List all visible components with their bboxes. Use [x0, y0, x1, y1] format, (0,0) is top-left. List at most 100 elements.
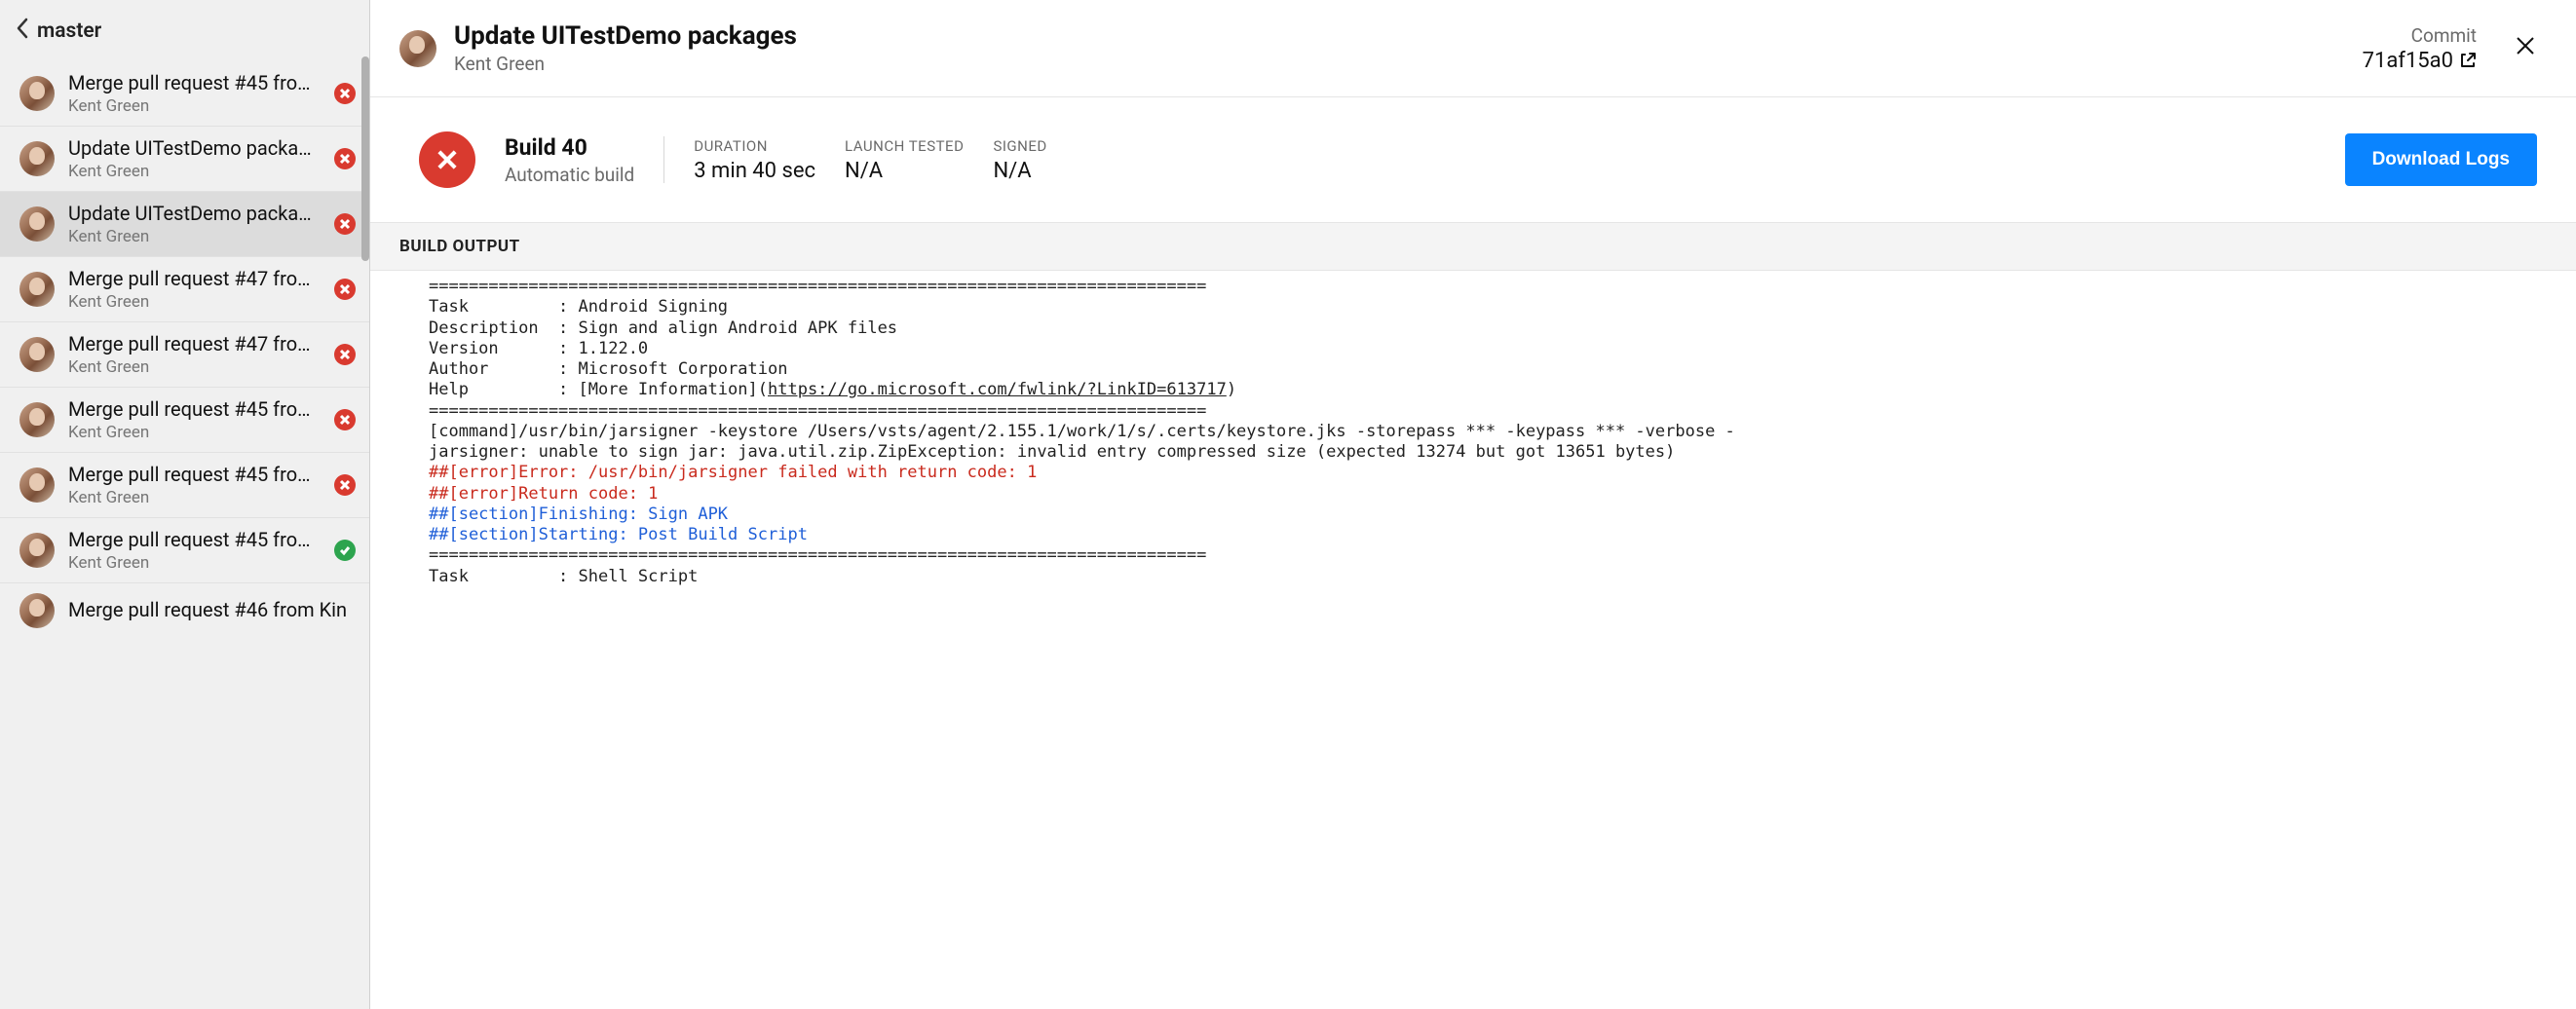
commit-author: Kent Green — [68, 357, 321, 377]
commit-item[interactable]: Merge pull request #47 from Kin... Kent … — [0, 322, 369, 388]
avatar — [19, 593, 55, 628]
log-line: Author : Microsoft Corporation — [429, 359, 787, 379]
commit-author: Kent Green — [68, 488, 321, 507]
commit-item[interactable]: Merge pull request #46 from Kin — [0, 583, 369, 638]
status-fail-icon — [334, 409, 356, 430]
commit-list[interactable]: Merge pull request #45 from Kin... Kent … — [0, 61, 369, 1009]
commit-item[interactable]: Update UITestDemo packages Kent Green — [0, 127, 369, 192]
launch-label: LAUNCH TESTED — [845, 137, 964, 155]
signed-value: N/A — [993, 159, 1046, 183]
status-pass-icon — [334, 540, 356, 561]
commit-text: Merge pull request #45 from Kin... Kent … — [68, 528, 321, 573]
status-fail-icon — [334, 279, 356, 300]
log-error: ##[error]Error: /usr/bin/jarsigner faile… — [429, 463, 1037, 482]
branch-name[interactable]: master — [37, 19, 101, 43]
scrollbar-thumb[interactable] — [361, 56, 369, 261]
commit-title: Merge pull request #45 from Kin... — [68, 397, 321, 421]
log-line: Task : Shell Script — [429, 567, 698, 586]
log-line: Help : [More Information](https://go.mic… — [429, 380, 1236, 399]
header-text: Update UITestDemo packages Kent Green — [454, 21, 2345, 75]
back-icon[interactable] — [16, 18, 29, 44]
commit-id-block: Commit 71af15a0 — [2363, 24, 2477, 73]
commit-title: Merge pull request #45 from Kin... — [68, 463, 321, 486]
avatar — [399, 30, 436, 67]
commit-text: Merge pull request #46 from Kin — [68, 598, 356, 623]
avatar — [19, 402, 55, 437]
commit-item[interactable]: Update UITestDemo packages Kent Green — [0, 192, 369, 257]
download-logs-button[interactable]: Download Logs — [2345, 133, 2537, 186]
avatar — [19, 76, 55, 111]
build-output-heading: BUILD OUTPUT — [370, 223, 2576, 271]
commit-author: Kent Green — [68, 423, 321, 442]
commit-title: Update UITestDemo packages — [68, 136, 321, 160]
launch-stat: LAUNCH TESTED N/A — [845, 137, 964, 183]
duration-stat: DURATION 3 min 40 sec — [694, 137, 815, 183]
commit-author: Kent Green — [68, 162, 321, 181]
detail-header: Update UITestDemo packages Kent Green Co… — [370, 0, 2576, 97]
status-fail-icon — [334, 83, 356, 104]
page-title: Update UITestDemo packages — [454, 21, 2345, 51]
duration-value: 3 min 40 sec — [694, 159, 815, 183]
commit-id-label: Commit — [2363, 24, 2477, 47]
main-pane: Update UITestDemo packages Kent Green Co… — [370, 0, 2576, 1009]
avatar — [19, 272, 55, 307]
commit-title: Merge pull request #45 from Kin... — [68, 71, 321, 94]
commit-item[interactable]: Merge pull request #45 from Kin... Kent … — [0, 388, 369, 453]
commit-title: Merge pull request #47 from Kin... — [68, 267, 321, 290]
commit-item[interactable]: Merge pull request #45 from Kin... Kent … — [0, 61, 369, 127]
page-author: Kent Green — [454, 53, 2345, 75]
commit-author: Kent Green — [68, 553, 321, 573]
build-title-block: Build 40 Automatic build — [505, 134, 634, 186]
commit-text: Update UITestDemo packages Kent Green — [68, 136, 321, 181]
status-fail-icon — [334, 474, 356, 496]
commit-title: Merge pull request #47 from Kin... — [68, 332, 321, 355]
log-error: ##[error]Return code: 1 — [429, 484, 658, 504]
log-line: Version : 1.122.0 — [429, 339, 648, 358]
commit-text: Merge pull request #47 from Kin... Kent … — [68, 267, 321, 312]
help-link[interactable]: https://go.microsoft.com/fwlink/?LinkID=… — [768, 380, 1227, 399]
commit-hash: 71af15a0 — [2363, 49, 2453, 73]
commit-hash-link[interactable]: 71af15a0 — [2363, 49, 2477, 73]
build-fail-icon — [419, 131, 475, 188]
commit-author: Kent Green — [68, 292, 321, 312]
divider — [663, 136, 664, 183]
close-icon[interactable] — [2514, 32, 2537, 64]
log-line: [command]/usr/bin/jarsigner -keystore /U… — [429, 422, 1735, 441]
commit-text: Merge pull request #47 from Kin... Kent … — [68, 332, 321, 377]
avatar — [19, 206, 55, 242]
log-section: ##[section]Finishing: Sign APK — [429, 504, 728, 524]
status-fail-icon — [334, 213, 356, 235]
build-output-body[interactable]: ========================================… — [370, 271, 2576, 1009]
commit-item[interactable]: Merge pull request #45 from Kin... Kent … — [0, 518, 369, 583]
duration-label: DURATION — [694, 137, 815, 155]
signed-stat: SIGNED N/A — [993, 137, 1046, 183]
build-summary: Build 40 Automatic build DURATION 3 min … — [370, 97, 2576, 222]
sidebar-header: master — [0, 0, 369, 61]
log-line: ========================================… — [429, 545, 1206, 565]
log-line: Task : Android Signing — [429, 297, 728, 317]
commit-title: Update UITestDemo packages — [68, 202, 321, 225]
commit-author: Kent Green — [68, 227, 321, 246]
commit-item[interactable]: Merge pull request #47 from Kin... Kent … — [0, 257, 369, 322]
log-section: ##[section]Starting: Post Build Script — [429, 525, 808, 544]
signed-label: SIGNED — [993, 137, 1046, 155]
log-line: ========================================… — [429, 277, 1206, 296]
launch-value: N/A — [845, 159, 964, 183]
status-fail-icon — [334, 344, 356, 365]
commit-author: Kent Green — [68, 96, 321, 116]
commit-text: Merge pull request #45 from Kin... Kent … — [68, 71, 321, 116]
avatar — [19, 467, 55, 503]
build-subtitle: Automatic build — [505, 164, 634, 186]
commit-text: Merge pull request #45 from Kin... Kent … — [68, 463, 321, 507]
log-line: Description : Sign and align Android APK… — [429, 318, 897, 338]
commit-text: Merge pull request #45 from Kin... Kent … — [68, 397, 321, 442]
avatar — [19, 141, 55, 176]
build-number: Build 40 — [505, 134, 634, 161]
commit-sidebar: master Merge pull request #45 from Kin..… — [0, 0, 370, 1009]
commit-title: Merge pull request #46 from Kin — [68, 598, 356, 621]
commit-item[interactable]: Merge pull request #45 from Kin... Kent … — [0, 453, 369, 518]
commit-text: Update UITestDemo packages Kent Green — [68, 202, 321, 246]
avatar — [19, 337, 55, 372]
external-link-icon — [2459, 52, 2477, 69]
log-line: ========================================… — [429, 401, 1206, 421]
